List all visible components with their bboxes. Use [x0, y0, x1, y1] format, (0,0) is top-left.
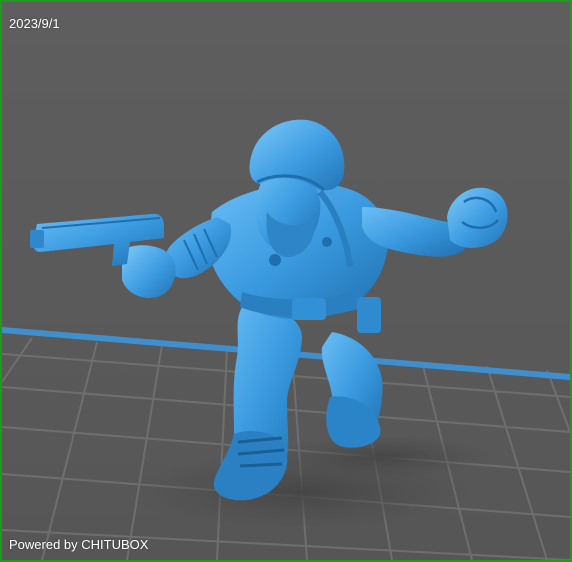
model-pouch [357, 297, 381, 333]
model-shadow-2 [272, 435, 492, 479]
model-gun-hand [122, 245, 176, 299]
chitubox-watermark: Powered by CHITUBOX [9, 537, 149, 552]
build-plate-scene[interactable] [2, 2, 570, 560]
model-button-2 [322, 237, 332, 247]
date-stamp: 2023/9/1 [9, 16, 60, 31]
model-button [269, 254, 281, 266]
model-pouch-2 [292, 298, 326, 320]
chitubox-3d-viewport[interactable]: 2023/9/1 Powered by CHITUBOX [0, 0, 572, 562]
